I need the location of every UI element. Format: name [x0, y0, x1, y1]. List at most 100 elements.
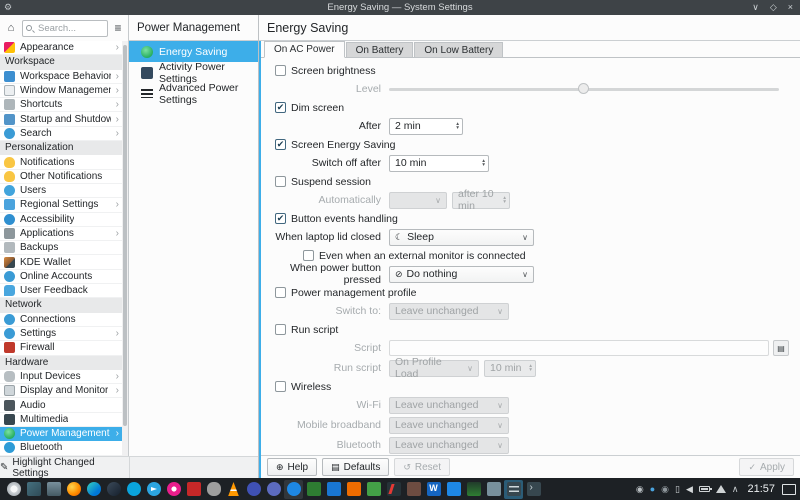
hamburger-menu-icon[interactable]: ≡	[111, 21, 125, 35]
lid-closed-combo[interactable]: ☾ Sleep ∨	[389, 229, 534, 246]
automatically-after-spinbox[interactable]: after 10 min ▴▾	[452, 192, 510, 209]
sidebar-item-users[interactable]: Users	[0, 184, 122, 198]
word-taskbar-button[interactable]	[424, 480, 443, 499]
volume-icon[interactable]: ◀	[686, 484, 693, 494]
sidebar-item-backups[interactable]: Backups	[0, 241, 122, 255]
bluetooth-combo[interactable]: Leave unchanged ∨	[389, 437, 509, 454]
skype-taskbar-button[interactable]	[124, 480, 143, 499]
highlight-changed-settings-button[interactable]: ✎ Highlight Changed Settings	[0, 457, 129, 478]
document-blue-taskbar-button[interactable]	[324, 480, 343, 499]
messenger-taskbar-button[interactable]	[284, 480, 303, 499]
sidebar-item-settings[interactable]: Settings›	[0, 327, 122, 341]
pdf-reader-taskbar-button[interactable]	[184, 480, 203, 499]
sidebar-item-appearance[interactable]: Appearance›	[0, 41, 122, 55]
mobile-broadband-combo[interactable]: Leave unchanged ∨	[389, 417, 509, 434]
tab-on-ac-power[interactable]: On AC Power	[264, 41, 345, 58]
system-settings-taskbar-button[interactable]	[504, 480, 523, 499]
subpanel-item-advanced-power-settings[interactable]: Advanced Power Settings	[129, 83, 258, 104]
button-events-checkbox[interactable]	[275, 213, 286, 224]
sidebar-item-input-devices[interactable]: Input Devices›	[0, 370, 122, 384]
wifi-icon[interactable]	[716, 485, 726, 493]
apply-button[interactable]: ✓ Apply	[739, 458, 794, 476]
sidebar-item-connections[interactable]: Connections	[0, 313, 122, 327]
run-script-checkbox[interactable]	[275, 324, 286, 335]
steam-taskbar-button[interactable]	[104, 480, 123, 499]
terminal-taskbar-button[interactable]	[524, 480, 543, 499]
dim-after-spinbox[interactable]: 2 min ▴▾	[389, 118, 463, 135]
file-manager-taskbar-button[interactable]	[44, 480, 63, 499]
sidebar-item-online-accounts[interactable]: Online Accounts	[0, 270, 122, 284]
photos-taskbar-button[interactable]	[444, 480, 463, 499]
sidebar-item-applications[interactable]: Applications›	[0, 227, 122, 241]
headset-taskbar-button[interactable]	[244, 480, 263, 499]
sidebar-item-firewall[interactable]: Firewall	[0, 341, 122, 355]
help-button[interactable]: ⊕ Help	[267, 458, 317, 476]
defaults-button[interactable]: ▤ Defaults	[322, 458, 389, 476]
sidebar-item-audio[interactable]: Audio	[0, 398, 122, 412]
sidebar-scrollbar[interactable]	[122, 41, 128, 456]
library-taskbar-button[interactable]	[404, 480, 423, 499]
sidebar-item-kde-wallet[interactable]: KDE Wallet	[0, 255, 122, 269]
run-script-when-combo[interactable]: On Profile Load ∨	[389, 360, 479, 377]
spinner-arrows-icon[interactable]: ▴▾	[479, 159, 488, 168]
system-monitor-taskbar-button[interactable]	[464, 480, 483, 499]
subpanel-item-activity-power-settings[interactable]: Activity Power Settings	[129, 62, 258, 83]
sidebar-item-window-management[interactable]: Window Management›	[0, 84, 122, 98]
wireless-checkbox[interactable]	[275, 381, 286, 392]
sidebar-item-accessibility[interactable]: Accessibility	[0, 213, 122, 227]
sidebar-item-notifications[interactable]: Notifications	[0, 155, 122, 169]
sidebar-item-startup-and-shutdown[interactable]: Startup and Shutdown›	[0, 112, 122, 126]
run-script-time-spinbox[interactable]: 10 min ▴▾	[484, 360, 536, 377]
dim-screen-checkbox[interactable]	[275, 102, 286, 113]
sidebar-item-workspace-behavior[interactable]: Workspace Behavior›	[0, 70, 122, 84]
display-settings-taskbar-button[interactable]	[24, 480, 43, 499]
sidebar-item-search[interactable]: Search›	[0, 127, 122, 141]
sidebar-item-other-notifications[interactable]: Other Notifications	[0, 170, 122, 184]
minimize-icon[interactable]: ∨	[752, 2, 759, 13]
audio-tool-taskbar-button[interactable]	[264, 480, 283, 499]
status-icon-1[interactable]: ◉	[636, 484, 644, 494]
switch-off-after-spinbox[interactable]: 10 min ▴▾	[389, 155, 489, 172]
music-player-taskbar-button[interactable]	[164, 480, 183, 499]
search-input[interactable]	[22, 20, 108, 37]
text-editor-taskbar-button[interactable]	[304, 480, 323, 499]
sidebar-item-power-management[interactable]: Power Management›	[0, 427, 122, 441]
browse-file-button[interactable]: ▤	[773, 340, 789, 356]
document-orange-taskbar-button[interactable]	[344, 480, 363, 499]
vlc-taskbar-button[interactable]	[224, 480, 243, 499]
sidebar-scrollbar-thumb[interactable]	[123, 45, 127, 426]
launcher-taskbar-button[interactable]	[4, 480, 23, 499]
gimp-taskbar-button[interactable]	[204, 480, 223, 499]
krita-taskbar-button[interactable]	[384, 480, 403, 499]
reset-button[interactable]: ↺ Reset	[394, 458, 450, 476]
status-icon-2[interactable]: ◉	[661, 484, 669, 494]
power-button-combo[interactable]: ⊘ Do nothing ∨	[389, 266, 534, 283]
telegram-taskbar-button[interactable]	[144, 480, 163, 499]
script-path-input[interactable]	[389, 340, 769, 356]
brightness-level-slider[interactable]	[389, 83, 779, 95]
slider-handle[interactable]	[578, 83, 589, 94]
subpanel-item-energy-saving[interactable]: Energy Saving	[129, 41, 258, 62]
edge-taskbar-button[interactable]	[84, 480, 103, 499]
virtual-desktop-pager[interactable]	[782, 484, 796, 495]
firefox-taskbar-button[interactable]	[64, 480, 83, 499]
sidebar-item-user-feedback[interactable]: User Feedback	[0, 284, 122, 298]
automatically-combo[interactable]: ∨	[389, 192, 447, 209]
suspend-session-checkbox[interactable]	[275, 176, 286, 187]
sidebar-item-regional-settings[interactable]: Regional Settings›	[0, 198, 122, 212]
switch-to-combo[interactable]: Leave unchanged ∨	[389, 303, 509, 320]
home-button[interactable]: ⌂	[3, 20, 19, 36]
clock[interactable]: 21:57	[747, 483, 775, 495]
tab-on-low-battery[interactable]: On Low Battery	[414, 42, 503, 57]
wifi-combo[interactable]: Leave unchanged ∨	[389, 397, 509, 414]
spreadsheet-green-taskbar-button[interactable]	[364, 480, 383, 499]
expand-tray-icon[interactable]: ∧	[732, 484, 739, 494]
spinner-arrows-icon[interactable]: ▴▾	[453, 122, 462, 131]
battery-icon[interactable]	[699, 486, 710, 492]
external-monitor-checkbox[interactable]	[303, 250, 314, 261]
close-icon[interactable]: ×	[788, 2, 793, 13]
tab-on-battery[interactable]: On Battery	[346, 42, 414, 57]
maximize-icon[interactable]: ◇	[770, 2, 777, 13]
calculator-taskbar-button[interactable]	[484, 480, 503, 499]
screen-energy-saving-checkbox[interactable]	[275, 139, 286, 150]
